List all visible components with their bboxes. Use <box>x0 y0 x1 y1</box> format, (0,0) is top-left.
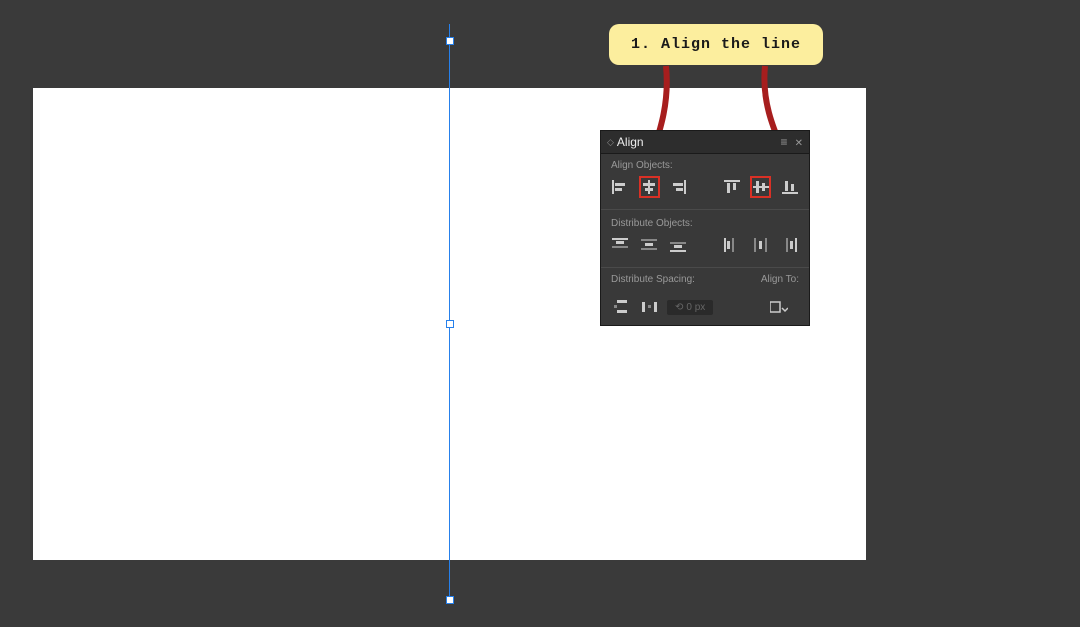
selection-handle-top[interactable] <box>446 37 454 45</box>
horizontal-distribute-right-button[interactable] <box>780 235 799 255</box>
horizontal-distribute-left-button[interactable] <box>723 235 742 255</box>
vertical-distribute-top-button[interactable] <box>611 235 630 255</box>
align-top-icon <box>724 180 740 194</box>
distribute-objects-label: Distribute Objects: <box>611 218 799 229</box>
dist-h-space-icon <box>642 300 658 314</box>
align-left-icon <box>612 180 628 194</box>
selected-line-object[interactable] <box>449 24 450 604</box>
vertical-align-bottom-button[interactable] <box>780 177 799 197</box>
vertical-align-top-button[interactable] <box>723 177 742 197</box>
vertical-distribute-bottom-button[interactable] <box>669 235 688 255</box>
align-objects-label: Align Objects: <box>611 160 799 171</box>
panel-collapse-icon[interactable]: ◇ <box>607 137 614 148</box>
selection-handle-bottom[interactable] <box>446 596 454 604</box>
panel-tab-title[interactable]: Align <box>617 135 644 149</box>
dist-h-right-icon <box>782 238 798 252</box>
panel-menu-icon[interactable]: ≡ <box>781 135 788 149</box>
panel-close-icon[interactable]: ✕ <box>795 138 803 149</box>
panel-header[interactable]: ◇ Align ≡ ✕ <box>601 131 809 154</box>
dist-v-bottom-icon <box>670 238 686 252</box>
callout-text: 1. Align the line <box>631 36 801 53</box>
vertical-distribute-center-button[interactable] <box>640 235 659 255</box>
align-h-center-icon <box>641 180 657 194</box>
vertical-distribute-space-button[interactable] <box>611 297 633 317</box>
align-v-center-icon <box>753 180 769 194</box>
horizontal-distribute-center-button[interactable] <box>751 235 770 255</box>
align-bottom-icon <box>782 180 798 194</box>
spacing-value-text: 0 px <box>686 302 705 313</box>
dist-h-center-icon <box>753 238 769 252</box>
horizontal-align-right-button[interactable] <box>669 177 688 197</box>
horizontal-distribute-space-button[interactable] <box>639 297 661 317</box>
link-icon: ⟲ <box>675 302 683 313</box>
align-right-icon <box>670 180 686 194</box>
instruction-callout: 1. Align the line <box>609 24 823 65</box>
align-to-dropdown[interactable] <box>769 297 789 317</box>
dist-v-center-icon <box>641 238 657 252</box>
spacing-value-input[interactable]: ⟲ 0 px <box>667 300 713 315</box>
horizontal-align-center-button[interactable] <box>640 177 659 197</box>
vertical-align-center-button[interactable] <box>751 177 770 197</box>
dist-v-top-icon <box>612 238 628 252</box>
align-to-label: Align To: <box>761 274 799 285</box>
dist-h-left-icon <box>724 238 740 252</box>
selection-handle-middle[interactable] <box>446 320 454 328</box>
align-panel: ◇ Align ≡ ✕ Align Objects: <box>600 130 810 326</box>
horizontal-align-left-button[interactable] <box>611 177 630 197</box>
align-to-artboard-icon <box>770 300 788 314</box>
distribute-spacing-label: Distribute Spacing: <box>611 274 713 285</box>
dist-v-space-icon <box>614 300 630 314</box>
